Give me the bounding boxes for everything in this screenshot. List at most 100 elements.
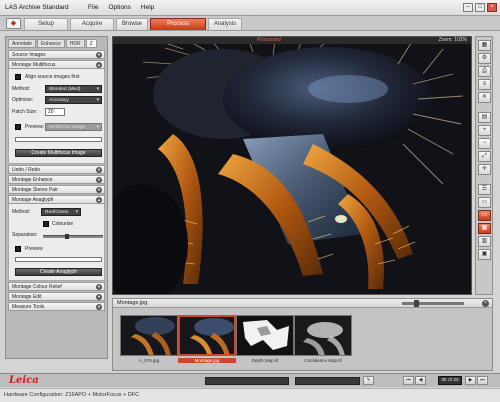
expand-icon[interactable]: ▾ bbox=[96, 51, 102, 58]
tab-analysis[interactable]: Analysis bbox=[208, 18, 242, 30]
chevron-down-icon: ▾ bbox=[96, 98, 99, 103]
last-page-icon[interactable]: ⏭ bbox=[477, 376, 488, 385]
section-montage-stereo-pair[interactable]: Montage Stereo Pair ▾ bbox=[8, 185, 105, 194]
hardware-configuration: Hardware Configuration: Z16APO + MotorFo… bbox=[4, 392, 140, 398]
section-montage-colour-relief[interactable]: Montage Colour Relief ▾ bbox=[8, 282, 105, 291]
method-select[interactable]: Blended (Med) ▾ bbox=[45, 85, 102, 93]
settings-icon[interactable]: ⚙ bbox=[478, 53, 491, 64]
patch-size-stepper[interactable]: 20 bbox=[45, 108, 65, 116]
subtab-annotate[interactable]: Annotate bbox=[8, 39, 37, 48]
anaglyph-preview-label: Preview bbox=[25, 246, 43, 252]
leica-logo: Leica bbox=[9, 375, 39, 386]
preview-label: Preview: bbox=[25, 124, 45, 130]
thumbnail-image bbox=[120, 315, 178, 356]
delete-icon[interactable]: ✕ bbox=[478, 92, 491, 103]
document-icon[interactable]: ▤ bbox=[478, 112, 491, 123]
image-viewer[interactable]: Processed Zoom: 102% bbox=[112, 36, 472, 295]
section-montage-edit[interactable]: Montage Edit ▾ bbox=[8, 292, 105, 301]
section-label: Measure Tools bbox=[12, 303, 45, 310]
gallery-view-icon[interactable]: ▦ bbox=[478, 223, 491, 234]
section-montage-anaglyph[interactable]: Montage Anaglyph ▴ bbox=[8, 195, 105, 204]
collapse-icon[interactable]: ▴ bbox=[96, 196, 102, 203]
expand-icon[interactable]: ▾ bbox=[96, 293, 102, 300]
colourise-checkbox[interactable] bbox=[43, 221, 49, 227]
stack-icon[interactable]: ≡ bbox=[478, 79, 491, 90]
anaglyph-method-select[interactable]: Red/Green ▾ bbox=[41, 208, 81, 216]
menu-help[interactable]: Help bbox=[141, 4, 154, 11]
create-anaglyph-button[interactable]: Create Anaglyph bbox=[15, 268, 102, 276]
preview-select[interactable]: Multifocus Image ▾ bbox=[45, 123, 102, 131]
section-undo-redo[interactable]: Undo / Redo ▾ bbox=[8, 165, 105, 174]
separation-slider-handle[interactable] bbox=[65, 234, 69, 239]
method-value: Blended (Med) bbox=[49, 87, 81, 92]
expand-icon[interactable]: ▾ bbox=[96, 166, 102, 173]
minimize-icon[interactable]: – bbox=[463, 3, 473, 12]
thumbnail-size-slider[interactable] bbox=[402, 300, 464, 307]
expand-icon[interactable]: ▾ bbox=[96, 303, 102, 310]
thumbnail-depth-map[interactable]: Depth Map.tif bbox=[236, 315, 294, 369]
anaglyph-preview-checkbox[interactable] bbox=[15, 246, 21, 252]
thumbnail-caption: Confidence Map.tif bbox=[304, 358, 342, 363]
tab-browse[interactable]: Browse bbox=[116, 18, 148, 30]
thumbnail-a076[interactable]: A_076.jpg bbox=[120, 315, 178, 369]
tab-acquire[interactable]: Acquire bbox=[70, 18, 114, 30]
filename-field[interactable] bbox=[205, 377, 289, 385]
fit-to-window-icon[interactable]: ⤢ bbox=[478, 151, 491, 162]
subtab-z[interactable]: Z bbox=[85, 39, 97, 48]
expand-icon[interactable]: ▾ bbox=[96, 176, 102, 183]
align-checkbox[interactable] bbox=[15, 74, 21, 80]
section-label: Montage Edit bbox=[12, 293, 42, 300]
thumbnail-image bbox=[294, 315, 352, 356]
zoom-readout: Zoom: 102% bbox=[438, 37, 467, 43]
subtab-hdr[interactable]: HDR bbox=[65, 39, 85, 48]
page-indicator[interactable]: 30 of 22 bbox=[438, 376, 462, 385]
zoom-in-icon[interactable]: + bbox=[478, 125, 491, 136]
expand-icon[interactable]: ▾ bbox=[96, 283, 102, 290]
colourise-label: Colourise bbox=[52, 221, 74, 227]
tab-setup[interactable]: Setup bbox=[24, 18, 68, 30]
thumbnail-caption: Depth Map.tif bbox=[251, 358, 279, 363]
separation-label: Separation: bbox=[12, 232, 38, 238]
grid-icon[interactable]: ▦ bbox=[478, 40, 491, 51]
next-page-icon[interactable]: ▶ bbox=[465, 376, 476, 385]
app-menu-icon[interactable]: ◆ bbox=[6, 18, 21, 29]
crosshair-icon[interactable]: ✛ bbox=[478, 164, 491, 175]
anaglyph-progress-bar bbox=[15, 257, 102, 262]
section-montage-multifocus[interactable]: Montage Multifocus ▴ bbox=[8, 60, 105, 69]
tab-process[interactable]: Process bbox=[150, 18, 206, 30]
thumbnail-confidence-map[interactable]: Confidence Map.tif bbox=[294, 315, 352, 369]
maximize-icon[interactable]: □ bbox=[475, 3, 485, 12]
menu-options[interactable]: Options bbox=[108, 4, 130, 11]
search-field[interactable] bbox=[295, 377, 360, 385]
gallery-header: Montage.jpg × bbox=[113, 299, 492, 308]
expand-icon[interactable]: ▾ bbox=[96, 186, 102, 193]
section-label: Montage Multifocus bbox=[12, 61, 56, 68]
compare-view-icon[interactable]: ▥ bbox=[478, 236, 491, 247]
optimise-select[interactable]: Accuracy ▾ bbox=[45, 96, 102, 104]
split-view-icon[interactable]: ▭ bbox=[478, 210, 491, 221]
section-montage-enhance[interactable]: Montage Enhance ▾ bbox=[8, 175, 105, 184]
thumbnail-montage[interactable]: Montage.jpg bbox=[178, 315, 236, 369]
section-source-images[interactable]: Source Images ▾ bbox=[8, 50, 105, 59]
section-label: Montage Stereo Pair bbox=[12, 186, 58, 193]
separation-slider[interactable] bbox=[43, 235, 103, 238]
preview-checkbox[interactable] bbox=[15, 124, 21, 130]
section-measure-tools[interactable]: Measure Tools ▾ bbox=[8, 302, 105, 311]
close-icon[interactable]: × bbox=[487, 3, 497, 12]
collapse-icon[interactable]: ▴ bbox=[96, 61, 102, 68]
print-icon[interactable]: ⎙ bbox=[478, 66, 491, 77]
first-page-icon[interactable]: ⏮ bbox=[403, 376, 414, 385]
single-view-icon[interactable]: ▭ bbox=[478, 197, 491, 208]
previous-page-icon[interactable]: ◀ bbox=[415, 376, 426, 385]
menu-file[interactable]: File bbox=[88, 4, 98, 11]
create-multifocus-button[interactable]: Create Multifocus Image bbox=[15, 149, 102, 157]
layout-view-icon[interactable]: ▣ bbox=[478, 249, 491, 260]
list-view-icon[interactable]: ☰ bbox=[478, 184, 491, 195]
subtab-enhance[interactable]: Enhance bbox=[37, 39, 65, 48]
edit-icon[interactable]: ✎ bbox=[363, 376, 374, 385]
thumbnail-size-handle[interactable] bbox=[414, 300, 419, 307]
zoom-out-icon[interactable]: − bbox=[478, 138, 491, 149]
close-icon[interactable]: × bbox=[482, 300, 489, 307]
chevron-down-icon: ▾ bbox=[96, 87, 99, 92]
patch-size-label: Patch Size: bbox=[12, 109, 38, 115]
